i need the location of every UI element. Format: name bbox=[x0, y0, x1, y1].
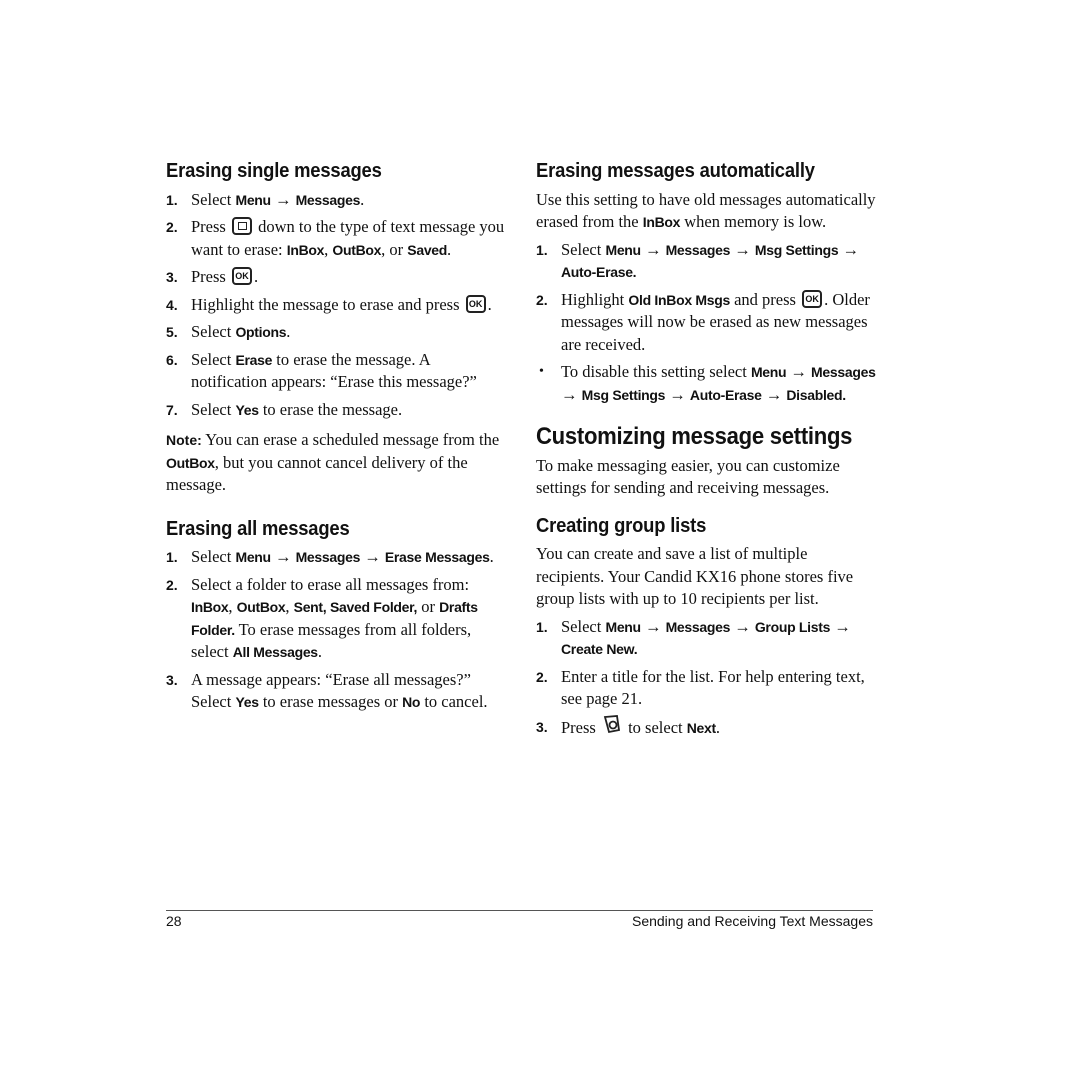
folder-name: OutBox bbox=[332, 241, 382, 258]
step-number: 2. bbox=[166, 576, 178, 593]
menu-path-item: Erase Messages bbox=[384, 549, 490, 565]
step-7: 7. Select Yes to erase the message. bbox=[166, 399, 506, 422]
section-heading: Creating group lists bbox=[536, 514, 707, 537]
menu-path-item: Menu bbox=[605, 618, 641, 635]
menu-path-item: Menu bbox=[605, 241, 641, 258]
step-number: 1. bbox=[166, 549, 178, 565]
bullet-icon: • bbox=[539, 364, 544, 379]
folder-name: InBox bbox=[191, 599, 229, 615]
menu-option: All Messages bbox=[232, 644, 318, 660]
step-number: 3. bbox=[536, 718, 548, 735]
folder-name: OutBox bbox=[166, 454, 215, 471]
step-number: 2. bbox=[536, 668, 548, 685]
ok-key-icon: OK bbox=[465, 294, 486, 313]
menu-path-item: Messages bbox=[295, 191, 361, 208]
steps-list: 1. Select Menu → Messages → Group Lists … bbox=[536, 616, 876, 743]
intro-paragraph: You can create and save a list of multip… bbox=[536, 544, 854, 608]
menu-path-item: Menu bbox=[750, 364, 787, 380]
folder-name: Saved bbox=[407, 241, 448, 258]
menu-path-item: Msg Settings bbox=[754, 241, 839, 258]
menu-path-item: Messages bbox=[665, 618, 731, 635]
step-3: 3. Press to select Next. bbox=[536, 714, 876, 743]
intro-paragraph: To make messaging easier, you can custom… bbox=[536, 455, 840, 498]
folder-name: InBox bbox=[286, 241, 325, 258]
menu-path-item: Menu bbox=[235, 549, 271, 565]
menu-path-item: Messages bbox=[295, 549, 361, 565]
menu-path-item: Disabled. bbox=[786, 386, 846, 403]
menu-path-item: Auto-Erase. bbox=[561, 264, 637, 280]
step-2: 2. Enter a title for the list. For help … bbox=[536, 666, 865, 709]
step-number: 1. bbox=[536, 241, 548, 258]
section-erasing-all-messages: Erasing all messages 1. Select Menu → Me… bbox=[166, 518, 506, 714]
step-1: 1. Select Menu → Messages → Msg Settings… bbox=[536, 239, 859, 281]
steps-list: 1. Select Menu → Messages → Erase Messag… bbox=[166, 546, 506, 714]
bullet-item: • To disable this setting select Menu → … bbox=[539, 362, 876, 404]
step-3: 3. A message appears: “Erase all message… bbox=[166, 669, 488, 712]
softkey-label: Next bbox=[686, 719, 716, 736]
step-number: 2. bbox=[166, 219, 178, 235]
chapter-title: Sending and Receiving Text Messages bbox=[631, 913, 873, 929]
section-customizing-message-settings: Customizing message settings To make mes… bbox=[536, 423, 876, 500]
chapter-section-heading: Customizing message settings bbox=[536, 423, 853, 450]
footer-divider bbox=[166, 910, 873, 911]
section-erasing-single-messages: Erasing single messages 1. Select Menu →… bbox=[166, 160, 506, 497]
folder-name: InBox bbox=[642, 214, 681, 230]
step-number: 3. bbox=[166, 269, 178, 285]
left-column: Erasing single messages 1. Select Menu →… bbox=[166, 160, 506, 719]
menu-path-item: Msg Settings bbox=[581, 386, 666, 403]
step-6: 6. Select Erase to erase the message. A … bbox=[166, 349, 477, 392]
menu-option: Erase bbox=[235, 351, 273, 368]
menu-path-item: Messages bbox=[665, 241, 731, 258]
menu-option: No bbox=[402, 694, 421, 710]
step-number: 1. bbox=[166, 191, 178, 208]
menu-option: Old InBox Msgs bbox=[628, 291, 730, 308]
intro-paragraph: Use this setting to have old messages au… bbox=[536, 189, 876, 232]
left-softkey-icon bbox=[603, 714, 621, 741]
step-number: 6. bbox=[166, 351, 178, 368]
steps-list: 1. Select Menu → Messages. 2. Press down… bbox=[166, 189, 506, 422]
menu-option: Yes bbox=[235, 401, 259, 418]
menu-option: Yes bbox=[235, 694, 259, 710]
right-column: Erasing messages automatically Use this … bbox=[536, 160, 876, 747]
folder-name: OutBox bbox=[236, 599, 286, 615]
ok-key-icon: OK bbox=[802, 289, 823, 308]
section-heading: Erasing all messages bbox=[166, 517, 350, 540]
step-number: 7. bbox=[166, 401, 178, 418]
step-5: 5. Select Options. bbox=[166, 321, 506, 344]
section-creating-group-lists: Creating group lists You can create and … bbox=[536, 515, 876, 743]
step-1: 1. Select Menu → Messages → Erase Messag… bbox=[166, 546, 506, 569]
page-number: 28 bbox=[166, 913, 182, 929]
ok-key-icon: OK bbox=[231, 267, 252, 286]
section-erasing-messages-automatically: Erasing messages automatically Use this … bbox=[536, 160, 876, 406]
menu-path-item: Group Lists bbox=[754, 618, 831, 635]
menu-path-item: Menu bbox=[235, 191, 271, 208]
step-number: 5. bbox=[166, 324, 178, 340]
step-1: 1. Select Menu → Messages. bbox=[166, 189, 506, 212]
step-1: 1. Select Menu → Messages → Group Lists … bbox=[536, 616, 851, 658]
navigation-key-icon bbox=[231, 217, 252, 236]
step-number: 1. bbox=[536, 618, 548, 635]
menu-path-item: Messages bbox=[811, 364, 876, 380]
note-label: Note: bbox=[166, 432, 202, 448]
section-heading: Erasing messages automatically bbox=[536, 160, 815, 182]
step-number: 4. bbox=[166, 296, 178, 313]
step-2: 2. Select a folder to erase all messages… bbox=[166, 574, 478, 662]
steps-list: 1. Select Menu → Messages → Msg Settings… bbox=[536, 239, 876, 357]
section-heading: Erasing single messages bbox=[166, 160, 382, 182]
bullet-list: • To disable this setting select Menu → … bbox=[536, 361, 876, 406]
step-3: 3. Press OK. bbox=[166, 266, 506, 289]
menu-path-item: Auto-Erase bbox=[689, 386, 762, 403]
step-2: 2. Highlight Old InBox Msgs and press OK… bbox=[536, 289, 870, 354]
step-number: 2. bbox=[536, 291, 548, 308]
menu-option: Options bbox=[235, 324, 287, 340]
note: Note: You can erase a scheduled message … bbox=[166, 430, 500, 494]
step-2: 2. Press down to the type of text messag… bbox=[166, 217, 505, 259]
menu-path-item: Create New. bbox=[561, 641, 638, 657]
step-number: 3. bbox=[166, 671, 178, 688]
folder-name: Sent, Saved Folder, bbox=[293, 599, 418, 615]
step-4: 4. Highlight the message to erase and pr… bbox=[166, 294, 506, 317]
